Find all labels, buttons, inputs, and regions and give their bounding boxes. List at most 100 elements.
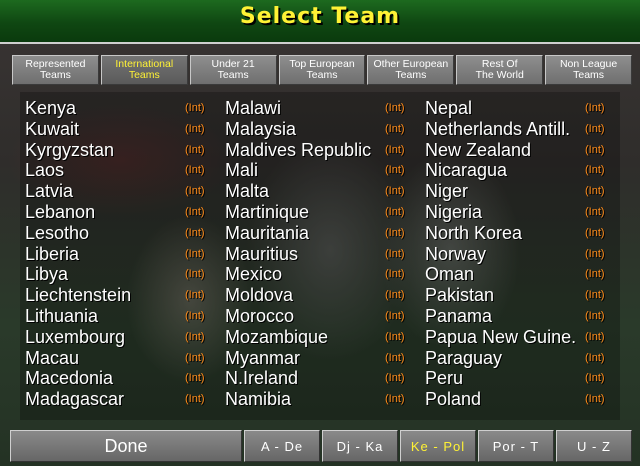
- tab-non-league-teams[interactable]: Non League Teams: [545, 55, 633, 85]
- team-row[interactable]: Papua New Guine. (Int): [425, 327, 615, 348]
- tab-top-european-teams[interactable]: Top European Teams: [278, 55, 366, 85]
- team-type-tag: (Int): [585, 372, 605, 385]
- range-button-dj-ka[interactable]: Dj - Ka: [322, 430, 398, 462]
- team-row[interactable]: Poland (Int): [425, 389, 615, 410]
- team-type-tag: (Int): [585, 185, 605, 198]
- team-name: Liberia: [25, 243, 80, 264]
- team-row[interactable]: Malaysia (Int): [225, 119, 415, 140]
- title-bar: Select Team: [0, 0, 640, 44]
- team-type-tag: (Int): [185, 122, 205, 135]
- team-row[interactable]: Malta (Int): [225, 181, 415, 202]
- team-name: Peru: [425, 368, 464, 389]
- range-button-a-de[interactable]: A - De: [244, 430, 320, 462]
- team-row[interactable]: Nicaragua (Int): [425, 160, 615, 181]
- team-row[interactable]: Madagascar (Int): [25, 389, 215, 410]
- tab-other-european-teams[interactable]: Other European Teams: [367, 55, 455, 85]
- team-row[interactable]: Myanmar (Int): [225, 348, 415, 369]
- team-row[interactable]: Peru (Int): [425, 368, 615, 389]
- team-name: Lesotho: [25, 222, 90, 243]
- team-row[interactable]: Oman (Int): [425, 264, 615, 285]
- team-row[interactable]: Lesotho (Int): [25, 223, 215, 244]
- team-row[interactable]: Macau (Int): [25, 348, 215, 369]
- team-type-tag: (Int): [185, 205, 205, 218]
- team-name: Maldives Republic: [225, 139, 372, 160]
- team-row[interactable]: Martinique (Int): [225, 202, 415, 223]
- range-button-ke-pol[interactable]: Ke - Pol: [400, 430, 476, 462]
- page-title: Select Team: [239, 4, 401, 29]
- team-type-tag: (Int): [585, 205, 605, 218]
- team-type-tag: (Int): [185, 268, 205, 281]
- team-row[interactable]: Liberia (Int): [25, 244, 215, 265]
- team-name: Mexico: [225, 264, 283, 285]
- team-type-tag: (Int): [185, 372, 205, 385]
- team-type-tag: (Int): [585, 143, 605, 156]
- team-row[interactable]: Morocco (Int): [225, 306, 415, 327]
- range-button-u-z[interactable]: U - Z: [556, 430, 632, 462]
- team-row[interactable]: Mauritania (Int): [225, 223, 415, 244]
- team-type-tag: (Int): [585, 102, 605, 114]
- team-row[interactable]: Laos (Int): [25, 160, 215, 181]
- team-row[interactable]: Macedonia (Int): [25, 368, 215, 389]
- team-name: Nicaragua: [425, 160, 508, 181]
- team-type-tag: (Int): [385, 289, 405, 302]
- team-name: Luxembourg: [25, 326, 126, 347]
- team-type-tag: (Int): [385, 122, 405, 135]
- team-row[interactable]: N.Ireland (Int): [225, 368, 415, 389]
- team-type-tag: (Int): [385, 309, 405, 322]
- team-row[interactable]: Moldova (Int): [225, 285, 415, 306]
- team-name: Panama: [425, 305, 493, 326]
- team-name: Nepal: [425, 98, 473, 118]
- team-row[interactable]: Mozambique (Int): [225, 327, 415, 348]
- team-name: Netherlands Antill.: [425, 118, 571, 139]
- team-type-tag: (Int): [385, 185, 405, 198]
- team-row[interactable]: Netherlands Antill. (Int): [425, 119, 615, 140]
- team-name: Malawi: [225, 98, 282, 118]
- team-type-tag: (Int): [585, 393, 605, 406]
- team-name: Libya: [25, 264, 69, 285]
- team-row[interactable]: New Zealand (Int): [425, 140, 615, 161]
- bottom-bar: Done A - De Dj - Ka Ke - Pol Por - T U -…: [10, 430, 634, 462]
- tab-under-21-teams[interactable]: Under 21 Teams: [189, 55, 277, 85]
- team-row[interactable]: Luxembourg (Int): [25, 327, 215, 348]
- team-row[interactable]: Panama (Int): [425, 306, 615, 327]
- team-row[interactable]: Lithuania (Int): [25, 306, 215, 327]
- team-name: Mauritania: [225, 222, 310, 243]
- team-row[interactable]: Mexico (Int): [225, 264, 415, 285]
- team-type-tag: (Int): [385, 205, 405, 218]
- team-type-tag: (Int): [385, 247, 405, 260]
- team-name: Liechtenstein: [25, 285, 132, 306]
- team-row[interactable]: Liechtenstein (Int): [25, 285, 215, 306]
- team-row[interactable]: Mauritius (Int): [225, 244, 415, 265]
- team-name: Macedonia: [25, 368, 114, 389]
- team-row[interactable]: Paraguay (Int): [425, 348, 615, 369]
- team-row[interactable]: Namibia (Int): [225, 389, 415, 410]
- team-row[interactable]: Lebanon (Int): [25, 202, 215, 223]
- team-row[interactable]: Niger (Int): [425, 181, 615, 202]
- team-row[interactable]: Maldives Republic (Int): [225, 140, 415, 161]
- team-column-1: Kenya (Int) Kuwait (Int) Kyrgyzstan (Int) Laos…: [25, 98, 215, 410]
- team-row[interactable]: Kuwait (Int): [25, 119, 215, 140]
- team-row[interactable]: Malawi (Int): [225, 98, 415, 119]
- tab-international-teams[interactable]: International Teams: [100, 55, 188, 85]
- done-button[interactable]: Done: [10, 430, 242, 462]
- team-row[interactable]: Latvia (Int): [25, 181, 215, 202]
- team-type-tag: (Int): [385, 164, 405, 177]
- team-row[interactable]: North Korea (Int): [425, 223, 615, 244]
- team-row[interactable]: Norway (Int): [425, 244, 615, 265]
- team-row[interactable]: Pakistan (Int): [425, 285, 615, 306]
- tab-rest-of-the-world[interactable]: Rest Of The World: [456, 55, 544, 85]
- team-name: Kuwait: [25, 118, 80, 139]
- tab-represented-teams[interactable]: Represented Teams: [12, 55, 99, 85]
- team-row[interactable]: Kyrgyzstan (Int): [25, 140, 215, 161]
- team-row[interactable]: Mali (Int): [225, 160, 415, 181]
- range-button-por-t[interactable]: Por - T: [478, 430, 554, 462]
- team-row[interactable]: Nepal (Int): [425, 98, 615, 119]
- team-name: Myanmar: [225, 347, 301, 368]
- team-name: Latvia: [25, 181, 74, 202]
- team-name: Papua New Guine.: [425, 326, 577, 347]
- team-row[interactable]: Nigeria (Int): [425, 202, 615, 223]
- team-row[interactable]: Libya (Int): [25, 264, 215, 285]
- team-name: Malta: [225, 181, 270, 202]
- team-type-tag: (Int): [585, 289, 605, 302]
- team-row[interactable]: Kenya (Int): [25, 98, 215, 119]
